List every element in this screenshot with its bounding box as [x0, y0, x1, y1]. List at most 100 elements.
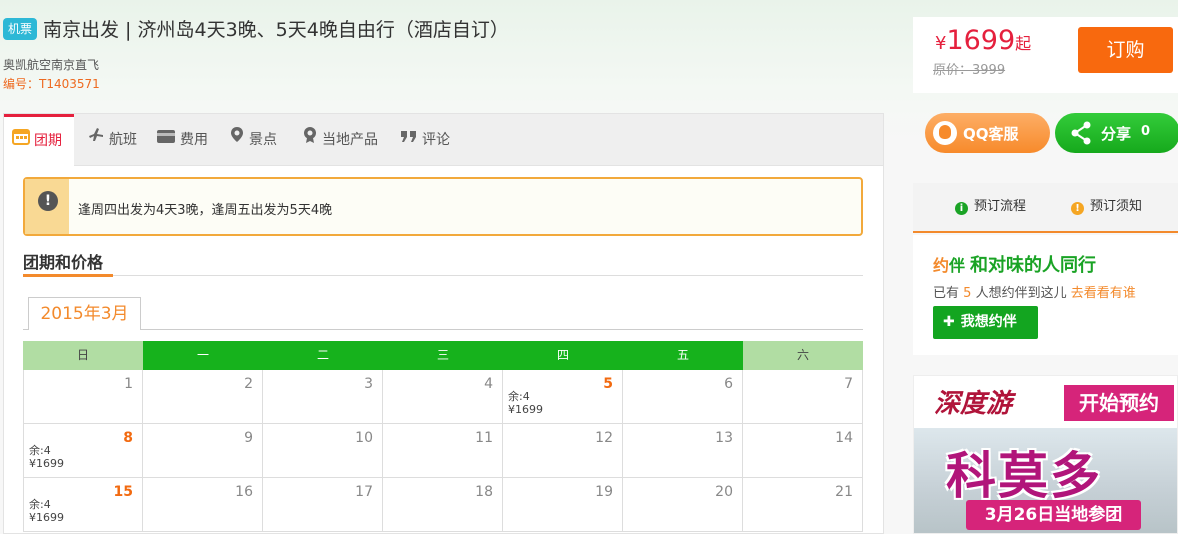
calendar-day-cell: 4	[383, 370, 503, 424]
day-number: 7	[844, 376, 853, 392]
weekday-mon: 一	[143, 341, 263, 370]
calendar-day-cell: 7	[743, 370, 863, 424]
companion-panel: 约伴 和对味的人同行 已有 5 人想约伴到这儿 去看看有谁 ✚ 我想约伴	[913, 235, 1178, 355]
companion-logo: 约伴	[933, 256, 966, 275]
tab-flight[interactable]: 航班	[87, 114, 137, 166]
qq-service-button[interactable]: QQ客服	[925, 113, 1050, 153]
share-icon	[1071, 121, 1091, 145]
day-number: 2	[244, 376, 253, 392]
notice-text: 逢周四出发为4天3晚，逢周五出发为5天4晚	[78, 203, 333, 218]
day-price: ¥1699	[29, 511, 64, 524]
calendar-day-cell: 12	[503, 424, 623, 478]
month-tab[interactable]: 2015年3月	[28, 297, 141, 330]
booking-process-label: 预订流程	[974, 199, 1027, 214]
calendar-day-cell: 20	[623, 478, 743, 532]
calendar: 日 一 二 三 四 五 六 1 2 3 4 5 余:4 ¥1699 6 7 8 余:4 ¥1699 9 1…	[23, 341, 863, 532]
calendar-week-row: 8 余:4 ¥1699 9 10 11 12 13 14	[23, 424, 863, 478]
day-number: 6	[724, 376, 733, 392]
companion-title: 和对味的人同行	[970, 255, 1096, 276]
weekday-tue: 二	[263, 341, 383, 370]
calendar-body: 1 2 3 4 5 余:4 ¥1699 6 7 8 余:4 ¥1699 9 10 11 12 13 14 15 余:4…	[23, 370, 863, 532]
day-availability: 余:4 ¥1699	[29, 444, 64, 470]
calendar-day-cell: 16	[143, 478, 263, 532]
tab-schedule[interactable]: 团期	[4, 114, 74, 167]
day-number: 18	[475, 484, 493, 500]
tab-reviews[interactable]: 评论	[400, 114, 450, 166]
weekday-sat: 六	[743, 341, 863, 370]
calendar-day-cell: 14	[743, 424, 863, 478]
day-number: 11	[475, 430, 493, 446]
tab-cost[interactable]: 费用	[156, 114, 208, 166]
calendar-day-cell[interactable]: 8 余:4 ¥1699	[23, 424, 143, 478]
calendar-icon	[12, 117, 30, 165]
day-number: 17	[355, 484, 373, 500]
companion-line: 已有 5 人想约伴到这儿 去看看有谁	[933, 286, 1136, 301]
day-number: 12	[595, 430, 613, 446]
calendar-week-row: 1 2 3 4 5 余:4 ¥1699 6 7	[23, 370, 863, 424]
qq-label: QQ客服	[963, 125, 1019, 143]
month-divider	[23, 329, 863, 330]
page-title: 南京出发 | 济州岛4天3晚、5天4晚自由行（酒店自订）	[43, 19, 509, 41]
original-price: 原价：3999	[933, 63, 1006, 78]
day-price: ¥1699	[29, 457, 64, 470]
section-underline	[23, 274, 113, 277]
wallet-icon	[156, 114, 176, 166]
warning-icon: !	[1071, 202, 1084, 215]
promo-banner[interactable]: 深度游 开始预约 科莫多 3月26日当地参团	[913, 375, 1178, 534]
calendar-day-cell[interactable]: 15 余:4 ¥1699	[23, 478, 143, 532]
section-title: 团期和价格	[23, 253, 104, 272]
weekday-wed: 三	[383, 341, 503, 370]
promo-date: 3月26日当地参团	[966, 500, 1141, 530]
day-number: 21	[835, 484, 853, 500]
share-button[interactable]: 分享 0	[1055, 113, 1178, 153]
price-currency: ¥	[935, 33, 947, 54]
promo-destination: 科莫多	[946, 447, 1102, 505]
day-number: 8	[123, 430, 133, 446]
price-amount: 1699	[946, 25, 1016, 56]
promo-image: 科莫多 3月26日当地参团	[914, 428, 1177, 533]
booking-process-link[interactable]: i 预订流程	[955, 195, 1026, 215]
tab-spots[interactable]: 景点	[229, 114, 277, 166]
day-number: 13	[715, 430, 733, 446]
day-number: 3	[364, 376, 373, 392]
share-count: 0	[1141, 124, 1151, 139]
book-button[interactable]: 订购	[1078, 27, 1173, 73]
companion-link[interactable]: 去看看有谁	[1071, 286, 1136, 301]
day-number: 15	[113, 484, 133, 500]
calendar-day-cell[interactable]: 5 余:4 ¥1699	[503, 370, 623, 424]
calendar-day-cell: 6	[623, 370, 743, 424]
promo-brand: 深度游	[934, 389, 1013, 419]
calendar-day-cell: 17	[263, 478, 383, 532]
plane-icon	[87, 114, 105, 166]
calendar-day-cell: 19	[503, 478, 623, 532]
day-number: 4	[484, 376, 493, 392]
qq-penguin-icon	[933, 121, 957, 145]
booking-notice-link[interactable]: ! 预订须知	[1071, 195, 1142, 215]
companion-button[interactable]: ✚ 我想约伴	[933, 306, 1038, 339]
badge-icon	[302, 114, 318, 166]
calendar-day-cell: 11	[383, 424, 503, 478]
quote-icon	[400, 114, 418, 166]
location-icon	[229, 114, 245, 166]
calendar-day-cell: 21	[743, 478, 863, 532]
remaining-seats: 余:4	[29, 498, 51, 511]
calendar-day-cell: 2	[143, 370, 263, 424]
calendar-day-cell: 1	[23, 370, 143, 424]
airline-label: 奥凯航空南京直飞	[3, 58, 100, 72]
calendar-day-cell: 10	[263, 424, 383, 478]
price: ¥1699起	[935, 25, 1031, 56]
tab-local-products[interactable]: 当地产品	[302, 114, 378, 166]
calendar-week-row: 15 余:4 ¥1699 16 17 18 19 20 21	[23, 478, 863, 532]
day-availability: 余:4 ¥1699	[29, 498, 64, 524]
day-number: 14	[835, 430, 853, 446]
weekday-sun: 日	[23, 341, 143, 370]
notice-box: ! 逢周四出发为4天3晚，逢周五出发为5天4晚	[23, 177, 863, 236]
weekday-fri: 五	[623, 341, 743, 370]
day-number: 20	[715, 484, 733, 500]
remaining-seats: 余:4	[508, 390, 530, 403]
product-code: 编号：T1403571	[3, 77, 100, 91]
weekday-thu: 四	[503, 341, 623, 370]
day-price: ¥1699	[508, 403, 543, 416]
alert-icon: !	[38, 191, 58, 211]
calendar-day-cell: 9	[143, 424, 263, 478]
